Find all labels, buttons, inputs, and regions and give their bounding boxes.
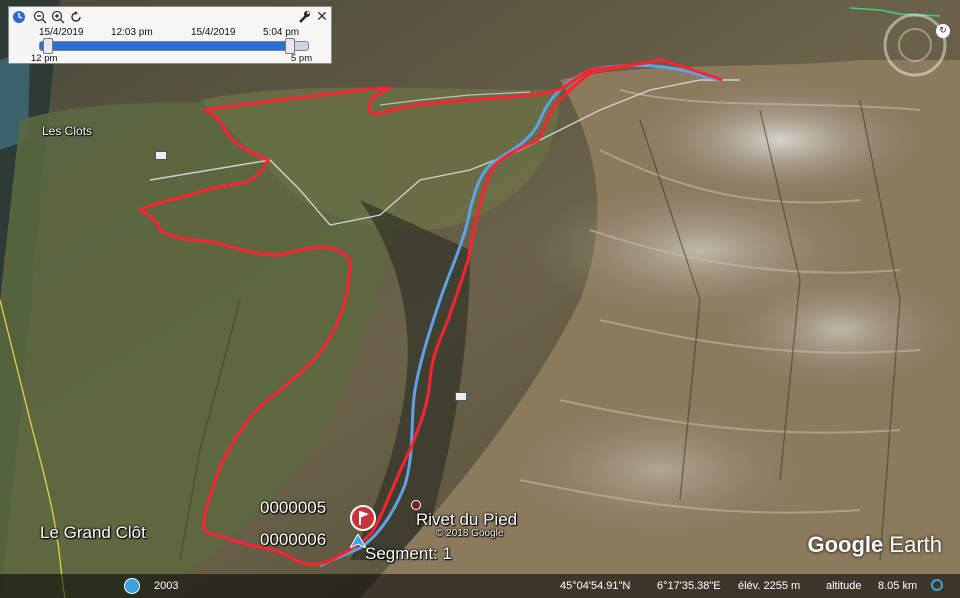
gps-track-blue xyxy=(319,63,721,568)
end-date: 15/4/2019 xyxy=(191,27,236,38)
zoom-out-icon[interactable] xyxy=(33,10,47,24)
north-icon[interactable]: ↻ xyxy=(936,24,950,38)
clock-icon[interactable] xyxy=(12,10,26,24)
place-label-les-clots[interactable]: Les Clots xyxy=(42,124,92,138)
segment-arrow-icon[interactable] xyxy=(348,532,368,553)
place-label-rivet-du-pied[interactable]: Rivet du Pied xyxy=(416,510,517,530)
wrench-icon[interactable] xyxy=(297,10,311,24)
time-slider-track[interactable] xyxy=(39,41,309,51)
time-slider-start-handle[interactable] xyxy=(43,38,53,54)
end-time: 5:04 pm xyxy=(263,27,300,38)
range-start-label: 12 pm xyxy=(31,53,58,64)
place-label-le-grand-clot[interactable]: Le Grand Clôt xyxy=(40,523,146,543)
navigation-control[interactable] xyxy=(880,10,950,80)
time-slider-end-handle[interactable] xyxy=(285,38,295,54)
copyright-text: © 2018 Google xyxy=(436,528,504,539)
latitude: 45°04'54.91"N xyxy=(560,580,631,592)
hut-icon[interactable] xyxy=(455,392,467,401)
segment-label[interactable]: Segment: 1 xyxy=(365,544,452,564)
time-slider-fill xyxy=(40,42,287,50)
range-end-label: 5 pm xyxy=(291,53,313,64)
time-slider-panel: ✕ 15/4/2019 12:03 pm 15/4/2019 5:04 pm 1… xyxy=(8,6,332,64)
start-date: 15/4/2019 xyxy=(39,27,84,38)
flag-label-0000005[interactable]: 0000005 xyxy=(260,498,326,518)
flag-icon[interactable] xyxy=(350,505,376,531)
gps-track-layer xyxy=(138,58,723,568)
flag-label-0000006[interactable]: 0000006 xyxy=(260,530,326,550)
streaming-indicator-icon xyxy=(931,579,943,591)
zoom-in-icon[interactable] xyxy=(51,10,65,24)
imagery-year[interactable]: 2003 xyxy=(154,580,178,592)
google-earth-logo: Google Earth xyxy=(807,532,943,557)
longitude: 6°17'35.38"E xyxy=(657,580,721,592)
status-bar: 2003 45°04'54.91"N 6°17'35.38"E élév. 22… xyxy=(0,574,960,598)
elevation: élév. 2255 m xyxy=(738,580,801,592)
place-dot-icon xyxy=(411,500,421,510)
historical-imagery-icon[interactable] xyxy=(124,578,140,594)
start-time: 12:03 pm xyxy=(111,27,153,38)
altitude-label: altitude xyxy=(826,580,862,592)
gps-track-red xyxy=(138,58,723,567)
altitude-value: 8.05 km xyxy=(878,580,918,592)
refresh-icon[interactable] xyxy=(69,10,83,24)
hut-icon[interactable] xyxy=(155,151,167,160)
close-icon[interactable]: ✕ xyxy=(315,10,329,24)
